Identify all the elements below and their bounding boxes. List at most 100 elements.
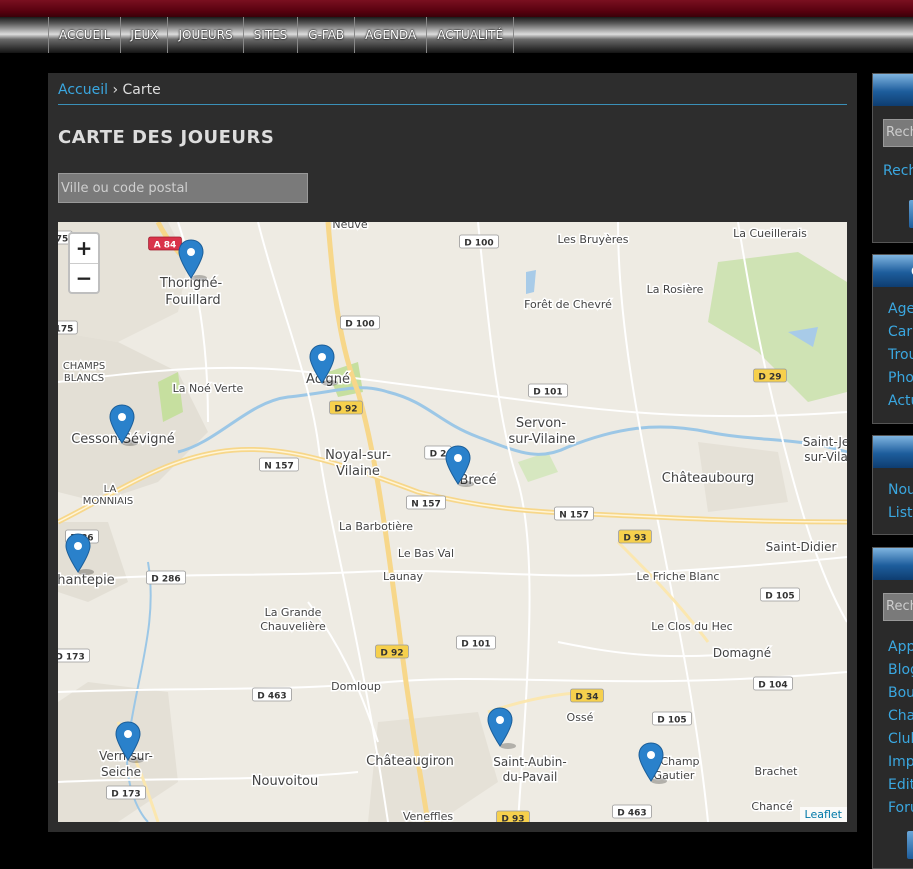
map-place-label: Fouillard <box>165 293 220 308</box>
map-place-label: Châteaugiron <box>366 754 454 769</box>
nav-actualite[interactable]: ACTUALITÉ <box>427 17 515 53</box>
zoom-in-button[interactable]: + <box>70 234 98 264</box>
svg-text:D 101: D 101 <box>533 388 562 398</box>
road-shield: D 463 <box>252 687 292 702</box>
sidebar-search-input-2[interactable]: Rech <box>883 593 913 621</box>
road-shield: N 157 <box>406 495 446 510</box>
sidebar-link-carte[interactable]: Car <box>888 324 912 340</box>
map-place-label: Domagné <box>713 646 771 660</box>
map-place-label: Noyal-sur- <box>325 448 391 463</box>
road-shield: D 173 <box>58 648 90 663</box>
road-shield: D 463 <box>612 804 652 819</box>
page-title: CARTE DES JOUEURS <box>58 127 275 148</box>
sidebar-categories-box: Rech App Blog Bou Cha Club Imp Edit Foru <box>872 547 913 869</box>
map-place-label: Nouvoitou <box>252 774 318 789</box>
map-place-label: Chauvelière <box>260 620 326 633</box>
map-attribution[interactable]: Leaflet <box>799 807 847 822</box>
sidebar-link-cat-7[interactable]: Edit <box>888 777 913 793</box>
svg-text:D 173: D 173 <box>58 653 85 663</box>
nav-jeux[interactable]: JEUX <box>121 17 169 53</box>
breadcrumb-home-link[interactable]: Accueil <box>58 82 108 98</box>
nav-joueurs[interactable]: JOUEURS <box>168 17 244 53</box>
nav-sites[interactable]: SITES <box>244 17 299 53</box>
svg-text:D 100: D 100 <box>464 239 493 249</box>
svg-text:D 29: D 29 <box>758 373 781 383</box>
svg-text:D 93: D 93 <box>623 534 646 544</box>
sidebar-search-input[interactable]: Rech <box>883 119 913 147</box>
map-place-label: sur-Vila <box>804 450 847 464</box>
city-search-input[interactable] <box>58 173 308 203</box>
map-place-label: sur-Vilaine <box>508 432 575 447</box>
svg-text:175: 175 <box>58 325 73 335</box>
map-place-label: Saint-Didier <box>766 540 837 554</box>
svg-text:D 2: D 2 <box>430 450 447 460</box>
svg-text:D 92: D 92 <box>380 649 403 659</box>
sidebar-link-cat-1[interactable]: App <box>888 639 913 655</box>
map-place-label: Chancé <box>751 800 792 813</box>
zoom-out-button[interactable]: − <box>70 264 98 293</box>
map-place-label: Brachet <box>755 765 799 778</box>
svg-text:D 34: D 34 <box>575 693 598 703</box>
map-place-label: La Cueillerais <box>733 227 807 240</box>
svg-text:N 157: N 157 <box>559 511 588 521</box>
sidebar-link-cat-8[interactable]: Foru <box>888 800 913 816</box>
road-shield: D 29 <box>753 368 787 383</box>
map-place-label: LA <box>104 484 117 495</box>
map-place-label: Ossé <box>567 711 594 724</box>
players-map[interactable]: Thorigné-FouillardAcignéCesson-SévignéLa… <box>58 222 847 822</box>
breadcrumb-divider <box>58 104 847 105</box>
svg-text:D 173: D 173 <box>111 790 140 800</box>
map-place-label: Les Bruyères <box>557 233 628 246</box>
sidebar-link-cat-5[interactable]: Club <box>888 731 913 747</box>
sidebar-link-cat-2[interactable]: Blog <box>888 662 913 678</box>
sidebar-link-cat-4[interactable]: Cha <box>888 708 913 724</box>
main-content: Accueil › Carte CARTE DES JOUEURS Ville … <box>48 73 857 832</box>
road-shield: D 92 <box>375 644 409 659</box>
map-place-label: Veneffles <box>403 810 454 822</box>
zoom-control: + − <box>68 232 100 294</box>
sidebar-search-button[interactable] <box>909 200 913 228</box>
road-shield: 175 <box>58 320 78 335</box>
sidebar-box-header <box>873 255 913 287</box>
player-marker[interactable] <box>178 239 207 281</box>
svg-text:N 157: N 157 <box>411 500 440 510</box>
sidebar-link-agenda[interactable]: Age <box>888 301 913 317</box>
map-place-label: hantepie <box>58 573 115 588</box>
breadcrumb-current: Carte <box>122 82 161 98</box>
map-place-label: Le Bas Val <box>398 547 454 560</box>
map-place-label: Servon- <box>516 416 566 431</box>
map-place-label: Le Friche Blanc <box>637 570 720 583</box>
sidebar-search-link[interactable]: Rech <box>883 163 913 179</box>
road-shield: D 173 <box>106 785 146 800</box>
sidebar-submit-button[interactable] <box>907 831 913 859</box>
sidebar-link-nouveau[interactable]: Nou <box>888 482 913 498</box>
road-shield: D 93 <box>618 529 652 544</box>
sidebar-link-liste[interactable]: List <box>888 505 912 521</box>
map-place-label: du-Pavail <box>503 770 558 784</box>
sidebar-link-photos[interactable]: Pho <box>888 370 913 386</box>
svg-text:D 105: D 105 <box>657 716 686 726</box>
map-place-label: La Noé Verte <box>173 382 244 395</box>
map-place-label: CHAMPS <box>63 361 105 372</box>
sidebar-link-trouver[interactable]: Trou <box>888 347 913 363</box>
sidebar-link-cat-6[interactable]: Imp <box>888 754 913 770</box>
nav-agenda[interactable]: AGENDA <box>355 17 428 53</box>
svg-text:D 105: D 105 <box>765 592 794 602</box>
sidebar-link-actualite[interactable]: Actu <box>888 393 913 409</box>
map-place-label: Domloup <box>331 680 381 693</box>
sidebar-links-box: C Age Car Trou Pho Actu <box>872 254 913 424</box>
sidebar-box-header <box>873 436 913 468</box>
road-shield: D 105 <box>760 587 800 602</box>
road-shield: D 92 <box>329 400 363 415</box>
map-place-label: La Rosière <box>647 283 704 296</box>
sidebar-box-header <box>873 548 913 580</box>
sidebar-link-cat-3[interactable]: Bou <box>888 685 913 701</box>
nav-gfab[interactable]: G-FAB <box>298 17 356 53</box>
map-place-label: MONNIAIS <box>83 496 134 507</box>
road-shield: D 100 <box>340 315 380 330</box>
svg-text:75: 75 <box>58 235 68 245</box>
nav-accueil[interactable]: ACCUEIL <box>49 17 122 53</box>
road-shield: D 104 <box>753 676 793 691</box>
player-marker[interactable] <box>487 707 516 749</box>
svg-text:D 286: D 286 <box>151 575 180 585</box>
